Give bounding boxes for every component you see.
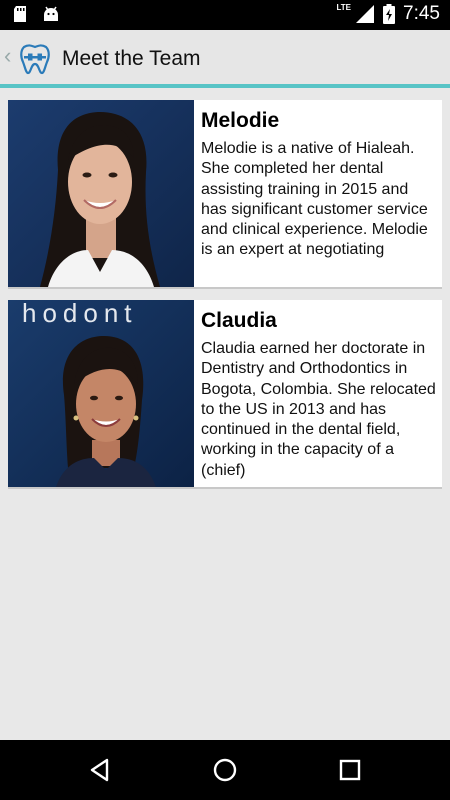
team-member-photo: hodont <box>8 300 194 487</box>
navigation-bar <box>0 740 450 800</box>
team-member-name: Claudia <box>201 309 277 332</box>
page-title: Meet the Team <box>62 47 201 70</box>
team-member-info: Claudia Claudia earned her doctorate in … <box>201 309 437 485</box>
network-type-label: LTE <box>336 2 352 12</box>
sd-card-icon <box>14 6 26 22</box>
home-nav-icon[interactable] <box>212 757 238 783</box>
back-nav-icon[interactable] <box>87 757 113 783</box>
team-member-bio: Claudia earned her doctorate in Dentistr… <box>201 340 436 479</box>
team-list: Melodie Melodie is a native of Hialeah. … <box>0 92 450 740</box>
team-member-card[interactable]: Melodie Melodie is a native of Hialeah. … <box>8 100 442 289</box>
app-bar: ‹ Meet the Team <box>0 30 450 88</box>
tooth-logo-icon[interactable] <box>18 43 52 75</box>
status-bar: LTE 7:45 <box>0 0 450 30</box>
recents-nav-icon[interactable] <box>337 757 363 783</box>
status-time: 7:45 <box>403 3 440 24</box>
photo-backdrop-text: hodont <box>22 300 138 328</box>
team-member-name: Melodie <box>201 109 280 132</box>
back-chevron-icon[interactable]: ‹ <box>4 45 11 67</box>
team-member-bio: Melodie is a native of Hialeah. She comp… <box>201 140 428 259</box>
android-icon <box>44 6 58 21</box>
team-member-photo <box>8 100 194 287</box>
signal-icon <box>356 5 375 23</box>
team-member-info: Melodie Melodie is a native of Hialeah. … <box>201 109 437 285</box>
team-member-card[interactable]: hodont Claudia Claudia earned her doctor… <box>8 300 442 489</box>
battery-icon <box>383 4 396 24</box>
